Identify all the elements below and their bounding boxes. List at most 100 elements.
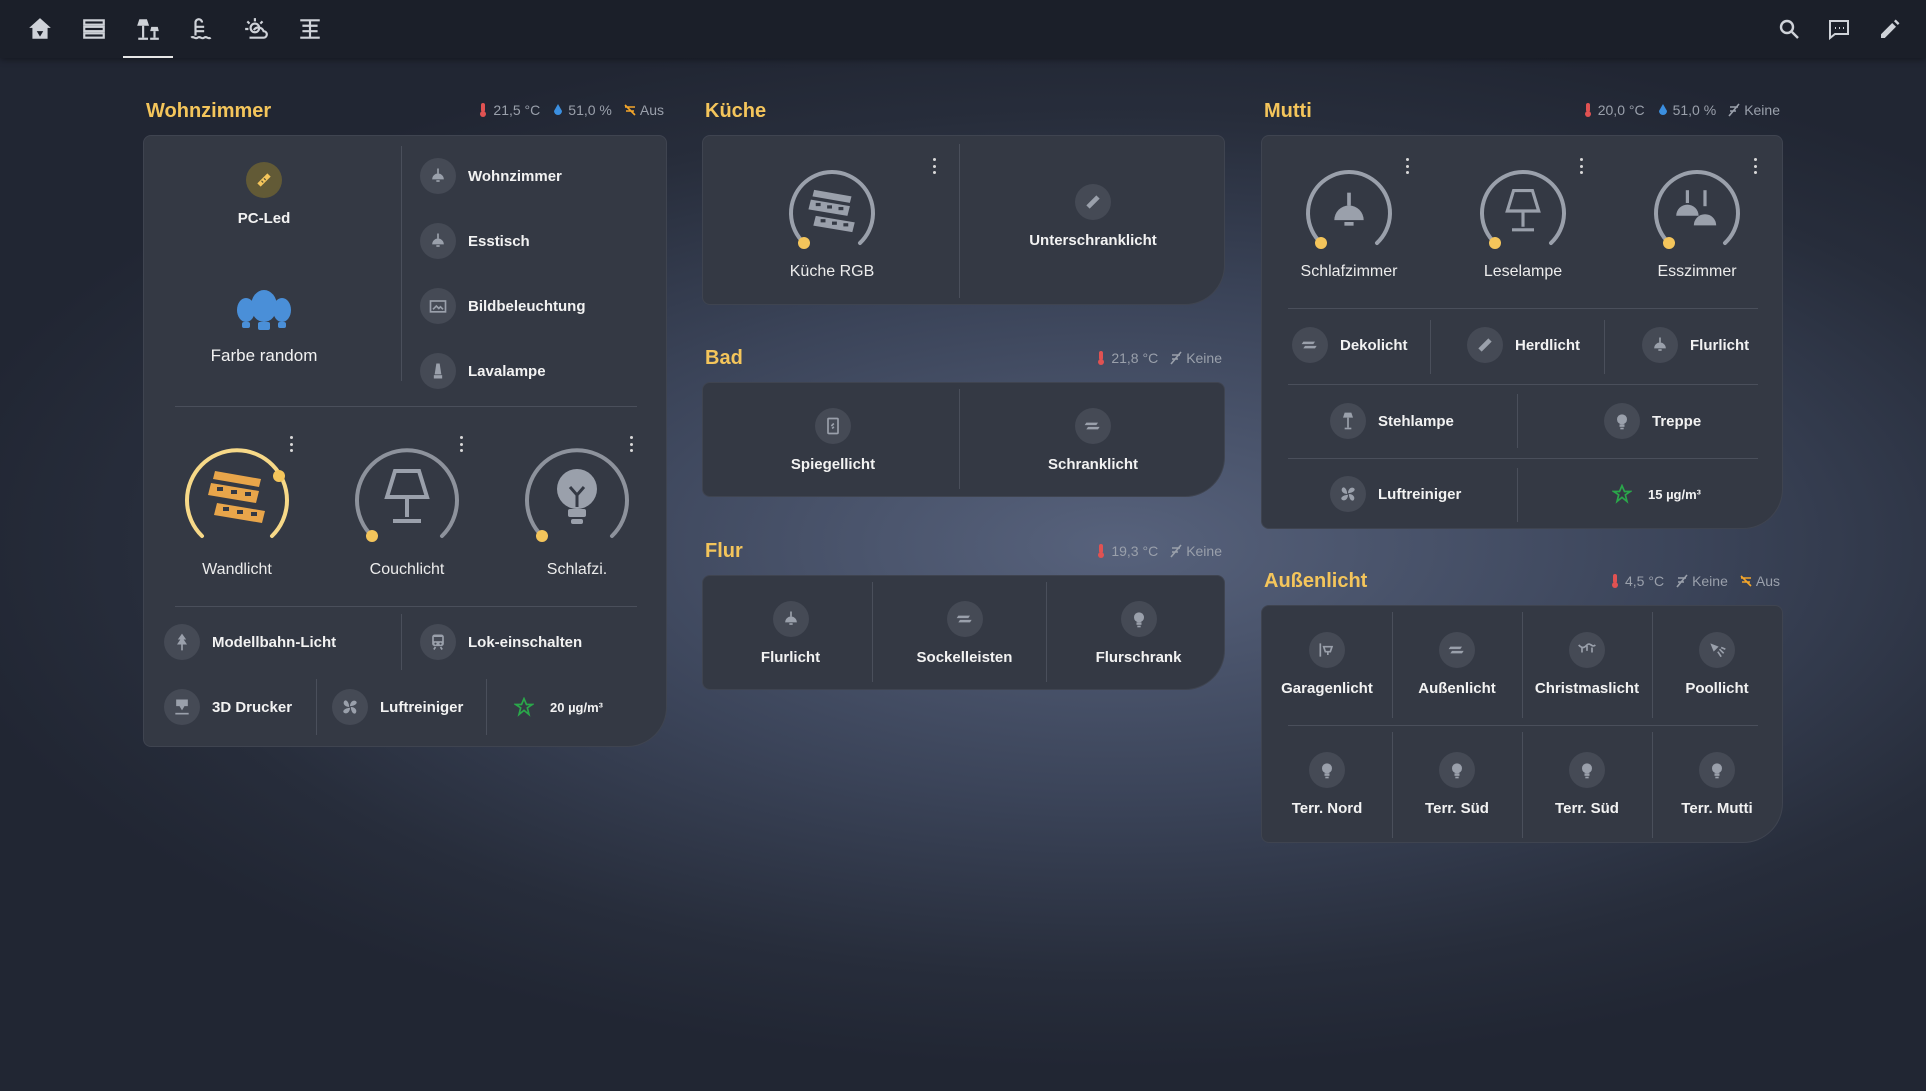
assist-button[interactable] <box>1819 0 1859 58</box>
list-item-esstisch[interactable]: Esstisch <box>420 223 530 259</box>
dial-menu-button[interactable] <box>1750 156 1760 176</box>
tab-heating[interactable] <box>175 0 229 58</box>
window-badge: Keine <box>1170 543 1222 559</box>
pendant-lights-icon <box>1676 190 1717 226</box>
temperature-badge: 21,5 °C <box>477 102 540 118</box>
train-icon <box>432 634 444 650</box>
window-badge: Aus <box>624 102 664 118</box>
thermometer-icon <box>1612 574 1618 588</box>
lightbulb-icon <box>1582 762 1592 778</box>
aussenlicht-button[interactable]: Außenlicht <box>1396 614 1518 714</box>
tab-lights[interactable] <box>121 0 175 58</box>
dial-menu-button[interactable] <box>1576 156 1586 176</box>
section-title-mutti: Mutti <box>1264 100 1312 122</box>
dial-schlafzi[interactable] <box>519 439 635 555</box>
spiegellicht-button[interactable]: Spiegellicht <box>723 393 943 488</box>
edit-button[interactable] <box>1870 0 1910 58</box>
card-wohnzimmer: PC-Led Farbe random Wohnzimmer Esstisch … <box>143 135 667 747</box>
ceiling-light-icon <box>432 233 444 247</box>
air-filter-icon <box>1612 484 1632 504</box>
dial-esszimmer[interactable] <box>1650 164 1744 258</box>
list-icon <box>83 19 105 39</box>
pcled-button[interactable]: PC-Led <box>194 154 334 234</box>
terr-sued-2-button[interactable]: Terr. Süd <box>1526 734 1648 834</box>
terr-mutti-button[interactable]: Terr. Mutti <box>1656 734 1778 834</box>
dial-label-schlafzi: Schlafzi. <box>546 561 608 578</box>
tab-home[interactable] <box>13 0 67 58</box>
dial-wandlicht[interactable] <box>179 439 295 555</box>
lok-einschalten-button[interactable]: Lok-einschalten <box>420 624 582 660</box>
flurschrank-button[interactable]: Flurschrank <box>1061 586 1216 681</box>
poollicht-button[interactable]: Poollicht <box>1656 614 1778 714</box>
section-title-flur: Flur <box>705 540 743 562</box>
aussenlicht-badges: 4,5 °C Keine Aus <box>1609 573 1780 589</box>
tab-blinds[interactable] <box>283 0 337 58</box>
tab-weather[interactable] <box>229 0 283 58</box>
window-closed-icon <box>1676 574 1688 588</box>
led-strip-icon <box>208 471 265 523</box>
3d-drucker-button[interactable]: 3D Drucker <box>164 689 292 725</box>
farbe-random-button[interactable]: Farbe random <box>184 276 344 376</box>
lightbulb-icon <box>557 469 597 524</box>
led-strip-icon <box>1086 194 1100 209</box>
thermometer-icon <box>480 103 487 117</box>
dial-menu-button[interactable] <box>456 434 466 454</box>
thermometer-icon <box>1098 544 1105 558</box>
lamps-icon <box>137 19 159 40</box>
herdlicht-button[interactable]: Herdlicht <box>1467 327 1580 363</box>
dial-menu-button[interactable] <box>626 434 636 454</box>
dial-label-couchlicht: Couchlicht <box>369 561 445 578</box>
lightbulb-icon <box>1712 762 1722 778</box>
unterschranklicht-button[interactable]: Unterschranklicht <box>993 166 1193 266</box>
flur-badges: 19,3 °C Keine <box>1095 543 1222 559</box>
sockelleisten-button[interactable]: Sockelleisten <box>887 586 1042 681</box>
dekolicht-button[interactable]: Dekolicht <box>1292 327 1408 363</box>
garagenlicht-button[interactable]: Garagenlicht <box>1266 614 1388 714</box>
card-mutti: Schlafzimmer Leselampe Esszimmer Dekolic… <box>1261 135 1783 529</box>
led-strip-icon <box>956 615 972 623</box>
schranklicht-button[interactable]: Schranklicht <box>983 393 1203 488</box>
window-off-icon <box>1740 575 1752 587</box>
flurlicht-mutti-button[interactable]: Flurlicht <box>1642 327 1749 363</box>
mutti-badges: 20,0 °C 51,0 % Keine <box>1582 102 1780 118</box>
dial-menu-button[interactable] <box>929 156 939 176</box>
ceiling-light-icon <box>1654 337 1666 351</box>
flurlicht-button[interactable]: Flurlicht <box>713 586 868 681</box>
lightbulb-icon <box>1322 762 1332 778</box>
window-badge-2: Aus <box>1740 573 1780 589</box>
dial-menu-button[interactable] <box>286 434 296 454</box>
table-lamp-icon <box>384 469 430 523</box>
dial-schlafzimmer[interactable] <box>1302 164 1396 258</box>
ceiling-light-icon <box>1334 192 1364 226</box>
list-item-bildbeleuchtung[interactable]: Bildbeleuchtung <box>420 288 586 324</box>
window-badge: Keine <box>1676 573 1728 589</box>
wohnzimmer-badges: 21,5 °C 51,0 % Aus <box>477 102 664 118</box>
mirror-icon <box>827 417 839 435</box>
treppe-button[interactable]: Treppe <box>1604 403 1701 439</box>
tab-list[interactable] <box>67 0 121 58</box>
bad-badges: 21,8 °C Keine <box>1095 350 1222 366</box>
dial-kueche-rgb[interactable] <box>785 164 879 258</box>
weather-icon <box>245 18 268 39</box>
thermometer-icon <box>1098 351 1105 365</box>
card-bad: Spiegellicht Schranklicht <box>702 382 1225 497</box>
luftreiniger-mutti-button[interactable]: Luftreiniger <box>1330 476 1461 512</box>
ceiling-light-icon <box>784 611 797 625</box>
temperature-badge: 4,5 °C <box>1609 573 1664 589</box>
air-quality-sensor[interactable]: 15 µg/m³ <box>1612 484 1701 504</box>
terr-nord-button[interactable]: Terr. Nord <box>1266 734 1388 834</box>
air-quality-sensor[interactable]: 20 µg/m³ <box>514 697 603 717</box>
list-item-wohnzimmer[interactable]: Wohnzimmer <box>420 158 562 194</box>
card-kueche: Küche RGB Unterschranklicht <box>702 135 1225 305</box>
dial-menu-button[interactable] <box>1402 156 1412 176</box>
stehlampe-button[interactable]: Stehlampe <box>1330 403 1454 439</box>
dial-leselampe[interactable] <box>1476 164 1570 258</box>
picture-light-icon <box>429 300 447 313</box>
search-button[interactable] <box>1769 0 1809 58</box>
modellbahn-licht-button[interactable]: Modellbahn-Licht <box>164 624 336 660</box>
luftreiniger-button[interactable]: Luftreiniger <box>332 689 463 725</box>
terr-sued-button[interactable]: Terr. Süd <box>1396 734 1518 834</box>
christmaslicht-button[interactable]: Christmaslicht <box>1526 614 1648 714</box>
list-item-lavalampe[interactable]: Lavalampe <box>420 353 546 389</box>
dial-couchlicht[interactable] <box>349 439 465 555</box>
